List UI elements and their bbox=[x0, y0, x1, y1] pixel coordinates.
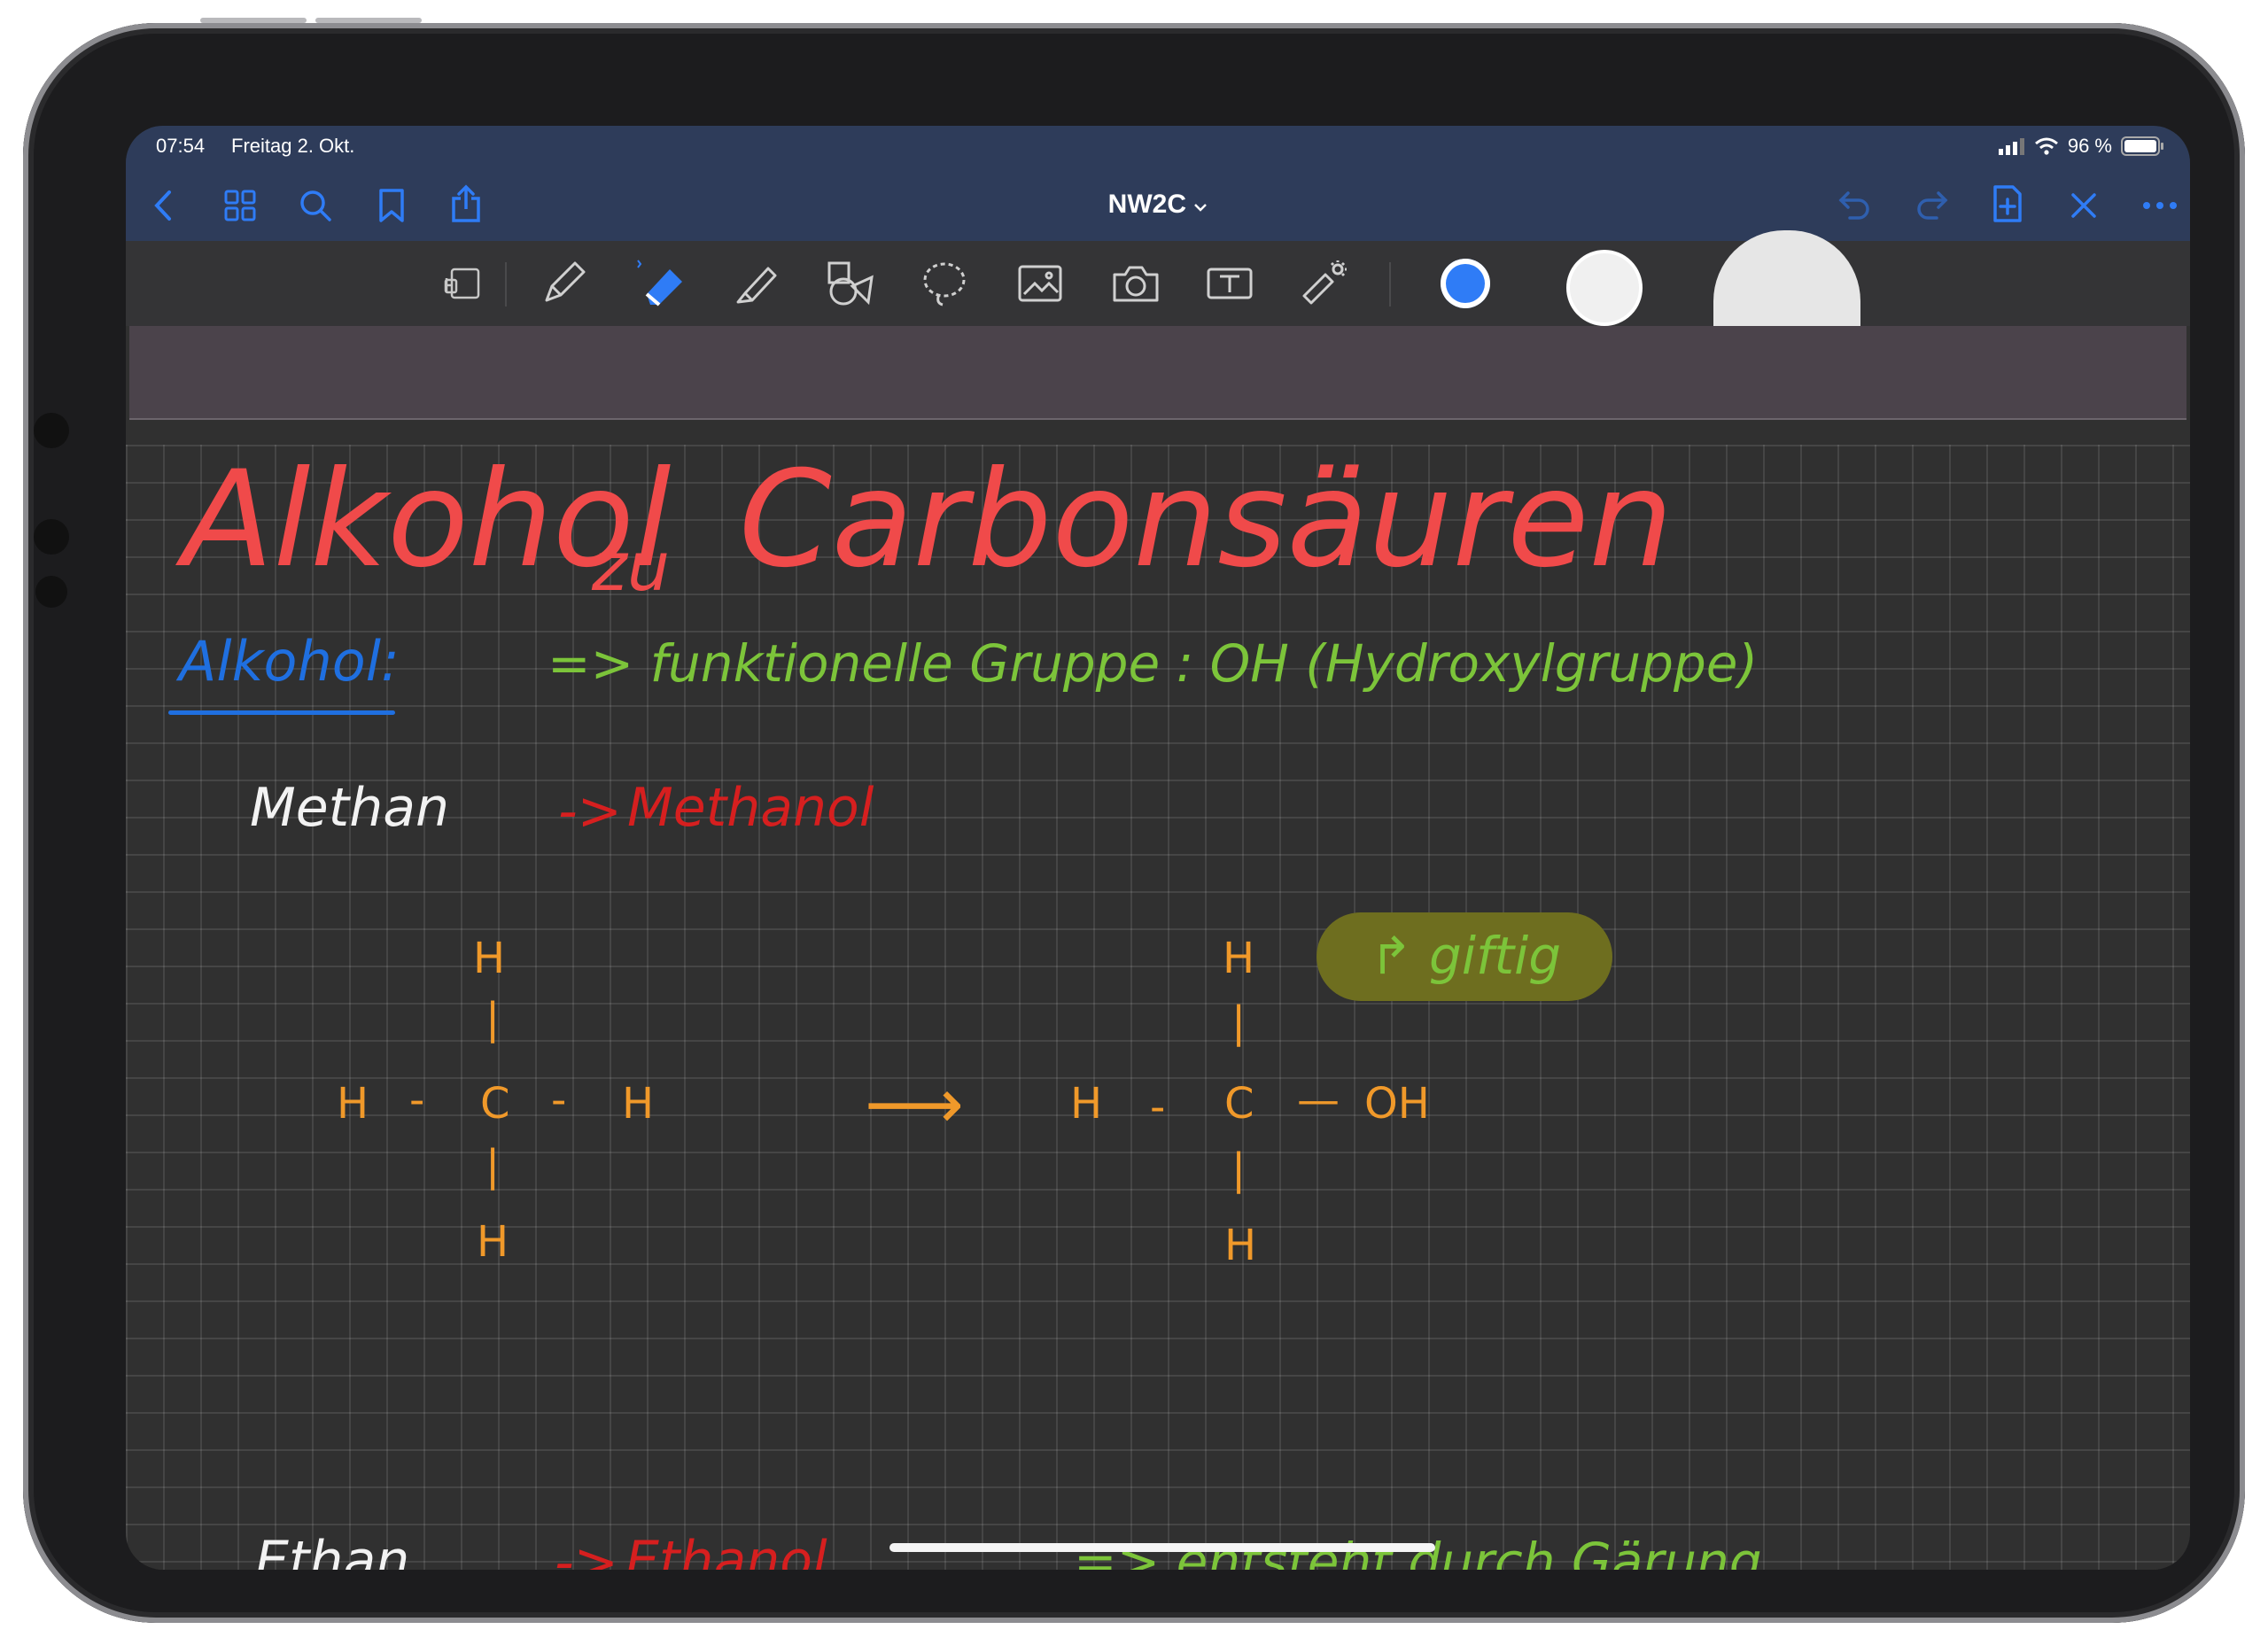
read-only-tool[interactable] bbox=[434, 255, 491, 312]
struct2-bond-bottom: | bbox=[1231, 1145, 1247, 1194]
banner-strip bbox=[129, 326, 2186, 420]
struct2-left-h: H bbox=[1070, 1079, 1103, 1129]
tool-bar bbox=[126, 230, 2190, 326]
section-heading-alkohol: Alkohol: bbox=[179, 629, 400, 694]
close-icon bbox=[2071, 193, 2096, 218]
eraser-tool[interactable] bbox=[631, 255, 687, 312]
row1-right-text: Methanol bbox=[627, 777, 874, 839]
lasso-tool[interactable] bbox=[916, 255, 973, 312]
shapes-tool[interactable] bbox=[822, 255, 879, 312]
note-title-mid: zu bbox=[592, 527, 671, 606]
highlighter-icon bbox=[736, 267, 777, 304]
battery-icon bbox=[2121, 136, 2163, 156]
note-title-end: Carbonsäuren bbox=[739, 443, 1674, 597]
struct1-bond-bottom: | bbox=[485, 1141, 501, 1191]
struct2-bond-top: | bbox=[1231, 997, 1247, 1047]
struct1-dash-right: - bbox=[551, 1075, 567, 1125]
top-button-left bbox=[200, 18, 307, 23]
definition-text: => funktionelle Gruppe : OH (Hydroxylgru… bbox=[548, 633, 1759, 694]
toolbar-divider-right bbox=[1389, 262, 1391, 306]
laser-pointer-tool[interactable] bbox=[1295, 255, 1352, 312]
row2-left-text: Ethan bbox=[255, 1530, 410, 1570]
battery-percent: 96 % bbox=[2067, 135, 2112, 157]
struct1-dash-left: - bbox=[409, 1075, 425, 1125]
document-title[interactable]: NW2C bbox=[126, 190, 2190, 220]
struct2-bottom-h: H bbox=[1224, 1221, 1257, 1270]
note-giftig: ↱ giftig bbox=[1370, 926, 1562, 986]
section-heading-underline bbox=[168, 710, 395, 715]
redo-icon bbox=[1917, 191, 1948, 220]
top-button-right bbox=[315, 18, 422, 23]
pen-icon bbox=[545, 261, 586, 302]
highlighter-tool[interactable] bbox=[728, 255, 785, 312]
struct1-top-h: H bbox=[473, 934, 506, 983]
add-page-icon bbox=[1993, 185, 2022, 222]
color-swatch-blue[interactable] bbox=[1441, 259, 1490, 308]
eraser-icon bbox=[637, 260, 682, 306]
top-bar: 07:54 Freitag 2. Okt. 96 % NW2C bbox=[126, 126, 2190, 241]
redo-button[interactable] bbox=[1907, 181, 1956, 230]
struct2-right-oh: OH bbox=[1364, 1079, 1430, 1129]
image-icon bbox=[1018, 265, 1062, 302]
wifi-icon bbox=[2034, 137, 2058, 155]
struct2-dash-right: — bbox=[1297, 1075, 1340, 1125]
close-button[interactable] bbox=[2059, 181, 2109, 230]
text-icon bbox=[1207, 268, 1253, 299]
camera-icon bbox=[1113, 266, 1159, 302]
notebook-page[interactable]: Alkohol zu Carbonsäuren Alkohol: => funk… bbox=[126, 445, 2190, 1570]
pen-size-swatch-large[interactable] bbox=[1713, 230, 1860, 326]
struct1-bottom-h: H bbox=[477, 1217, 509, 1267]
front-camera bbox=[34, 413, 69, 448]
chevron-down-icon bbox=[1194, 204, 1208, 212]
pen-size-swatch-small[interactable] bbox=[1566, 250, 1643, 326]
row1-arrow: -> bbox=[558, 780, 622, 842]
text-tool[interactable] bbox=[1201, 255, 1258, 312]
shapes-icon bbox=[827, 261, 874, 306]
laser-pointer-icon bbox=[1302, 260, 1347, 305]
struct2-dash-left: - bbox=[1150, 1082, 1166, 1132]
struct1-center-c: C bbox=[480, 1079, 510, 1129]
ipad-frame: 07:54 Freitag 2. Okt. 96 % NW2C Alkohol … bbox=[23, 18, 2245, 1623]
pen-tool[interactable] bbox=[535, 255, 592, 312]
reaction-arrow: ⟶ bbox=[865, 1065, 964, 1145]
screen: 07:54 Freitag 2. Okt. 96 % NW2C Alkohol … bbox=[126, 126, 2190, 1570]
row1-left-text: Methan bbox=[250, 777, 450, 839]
read-only-icon bbox=[444, 268, 480, 299]
struct1-bond-top: | bbox=[485, 994, 501, 1044]
toolbar-divider-left bbox=[505, 262, 507, 306]
more-button[interactable] bbox=[2135, 181, 2185, 230]
status-indicators: 96 % bbox=[1998, 135, 2165, 158]
struct2-top-h: H bbox=[1223, 934, 1255, 983]
more-icon bbox=[2143, 202, 2177, 209]
struct2-center-c: C bbox=[1224, 1079, 1254, 1129]
signal-icon bbox=[1998, 138, 2024, 155]
row2-arrow: -> bbox=[555, 1532, 618, 1570]
add-page-button[interactable] bbox=[1983, 179, 2032, 229]
row2-right-text: Ethanol bbox=[625, 1530, 827, 1570]
row2-note-text: => entsteht durch Gärung bbox=[1074, 1532, 1762, 1570]
image-tool[interactable] bbox=[1012, 255, 1068, 312]
document-title-text: NW2C bbox=[1107, 190, 1186, 219]
status-time: 07:54 bbox=[156, 135, 206, 157]
status-date: Freitag 2. Okt. bbox=[231, 135, 355, 157]
home-indicator[interactable] bbox=[889, 1543, 1435, 1552]
undo-button[interactable] bbox=[1830, 181, 1880, 230]
undo-icon bbox=[1838, 191, 1869, 220]
lasso-icon bbox=[923, 262, 966, 306]
struct1-left-h: H bbox=[337, 1079, 369, 1129]
camera-tool[interactable] bbox=[1107, 255, 1164, 312]
struct1-right-h: H bbox=[622, 1079, 655, 1129]
camera-sensor bbox=[34, 519, 69, 555]
camera-sensor-2 bbox=[35, 576, 67, 608]
